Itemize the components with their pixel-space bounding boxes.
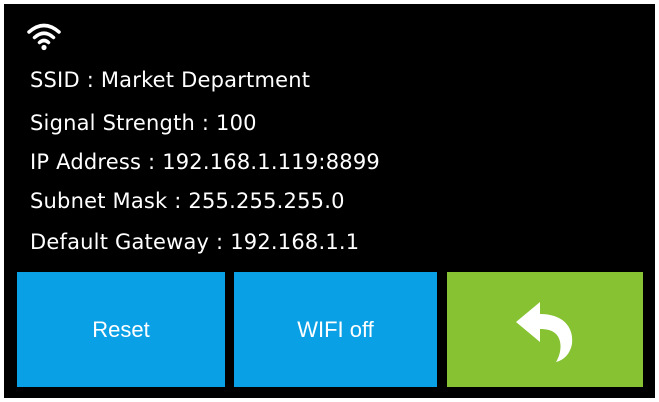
ssid-text: SSID : Market Department xyxy=(30,68,311,92)
wifi-off-button-label: WIFI off xyxy=(297,316,374,342)
wifi-info-screen: SSID : Market Department Signal Strength… xyxy=(4,4,655,398)
wifi-icon xyxy=(27,23,61,51)
ip-address-text: IP Address : 192.168.1.119:8899 xyxy=(30,150,380,174)
wifi-off-button[interactable]: WIFI off xyxy=(234,272,437,387)
reset-button[interactable]: Reset xyxy=(17,272,225,387)
back-arrow-icon xyxy=(516,301,573,362)
subnet-mask-text: Subnet Mask : 255.255.255.0 xyxy=(30,189,345,213)
back-button[interactable] xyxy=(447,272,643,387)
reset-button-label: Reset xyxy=(92,316,150,342)
default-gateway-text: Default Gateway : 192.168.1.1 xyxy=(30,230,360,254)
signal-strength-text: Signal Strength : 100 xyxy=(30,111,257,135)
